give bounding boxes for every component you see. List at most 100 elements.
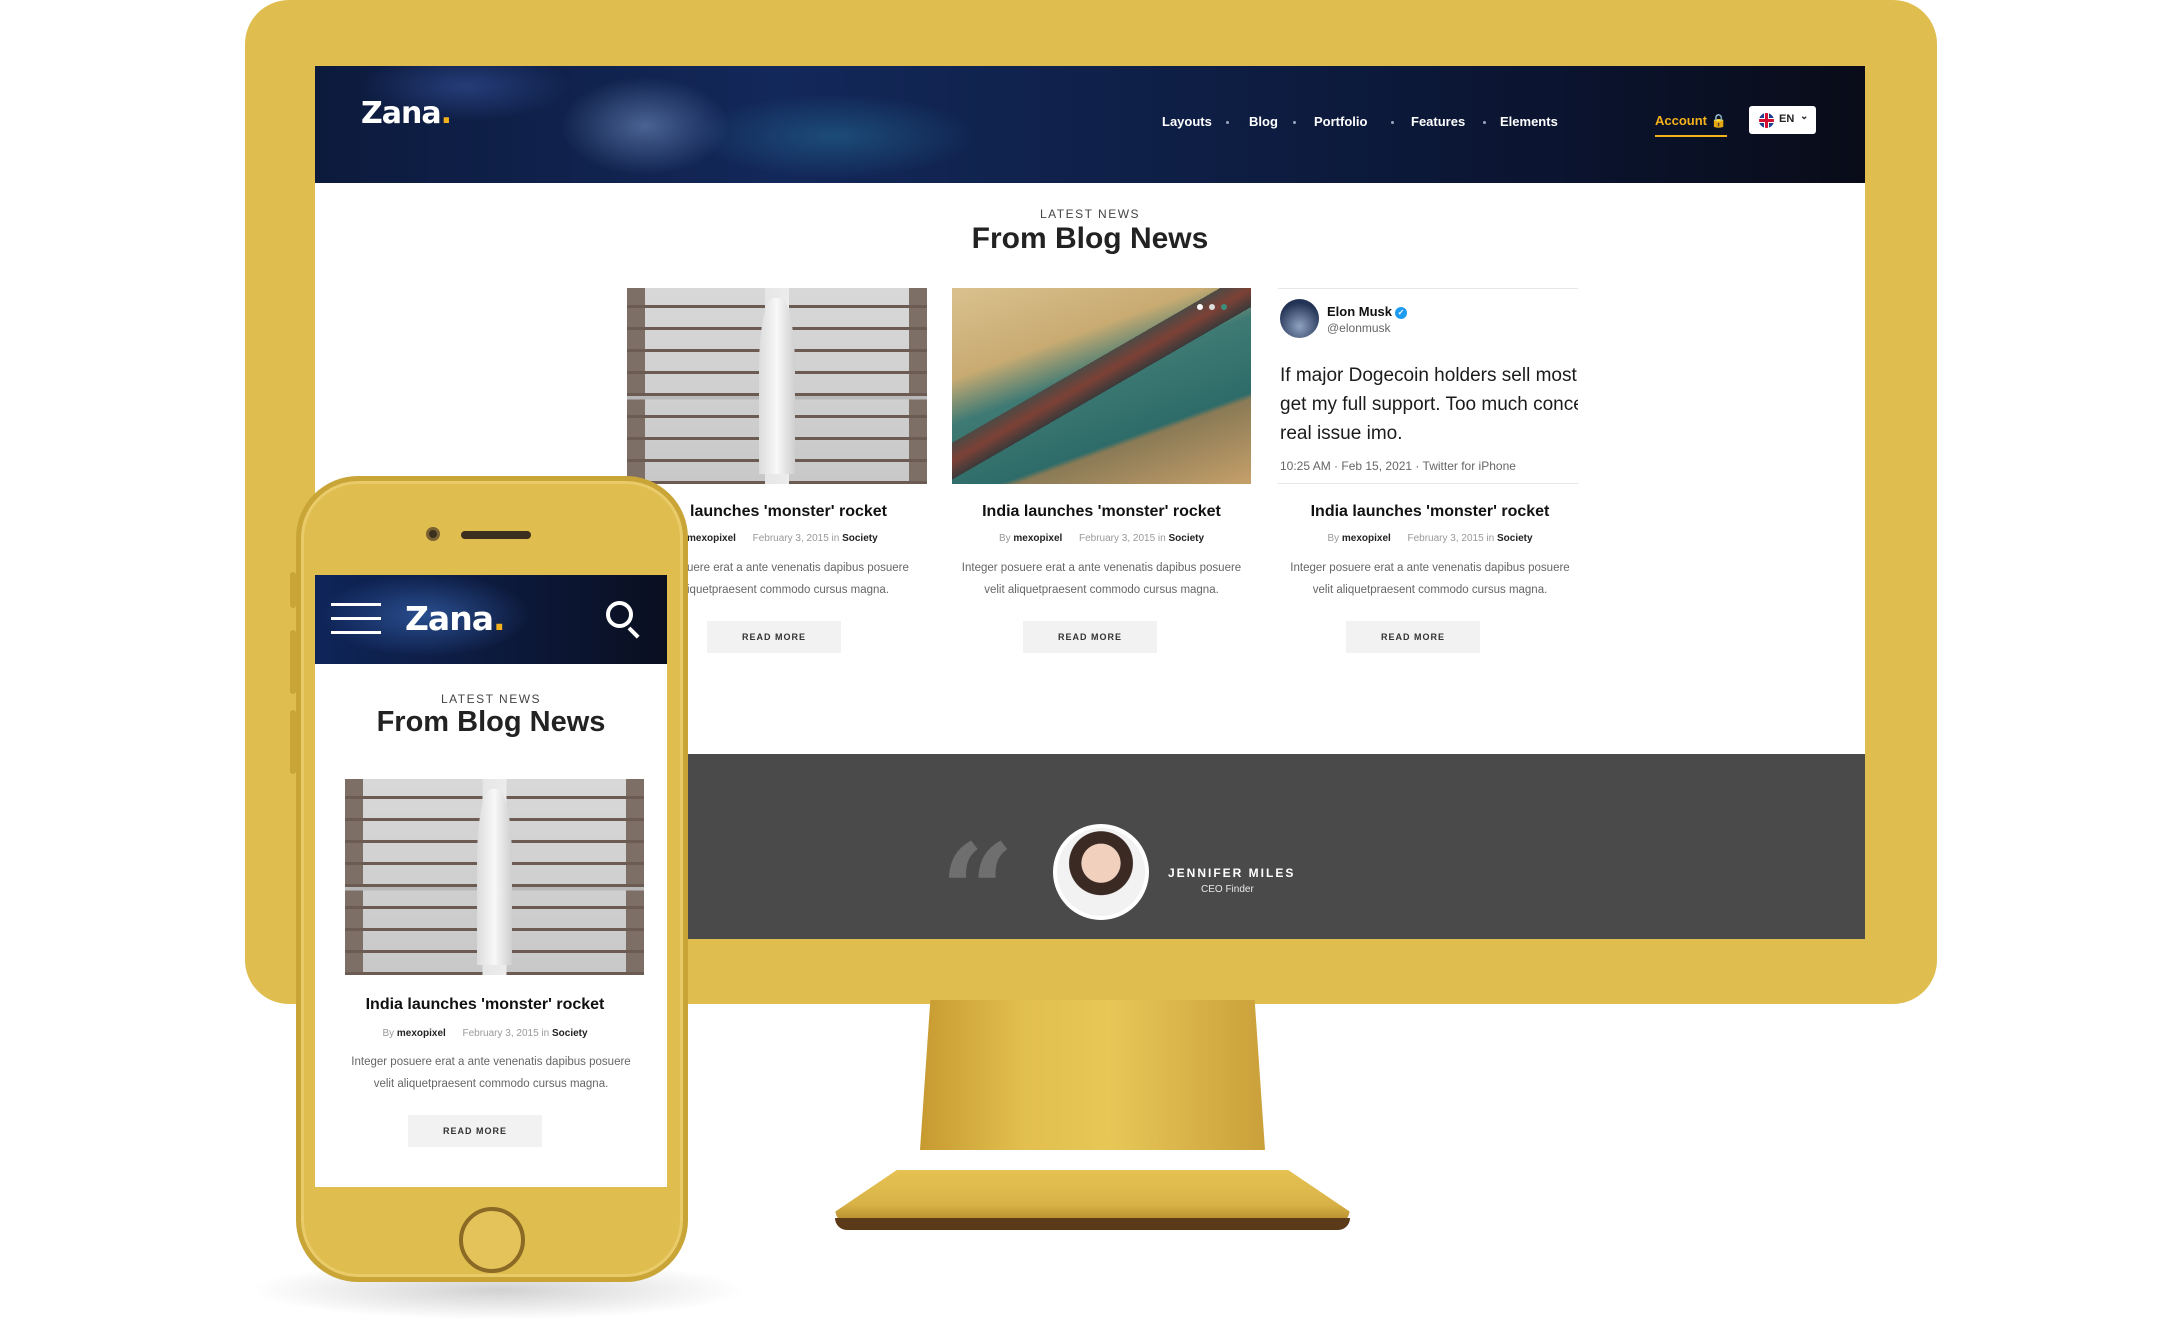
excerpt-line: Integer posuere erat a ante venenatis da… [351, 1056, 631, 1068]
logo-dot: . [492, 599, 506, 638]
logo-text: Zana [361, 96, 442, 131]
section-kicker: LATEST NEWS [440, 692, 542, 706]
tweet-handle[interactable]: @elonmusk [1327, 321, 1391, 335]
excerpt-line: Integer posuere erat a ante venenatis da… [961, 562, 1242, 574]
phone-mute-switch [290, 572, 296, 608]
post-excerpt: Integer posuere erat a ante venenatis da… [321, 1051, 661, 1095]
post-by: By [382, 1028, 395, 1039]
nav-layouts[interactable]: Layouts [1162, 114, 1212, 129]
tweet-author[interactable]: Elon Musk ✓ [1327, 304, 1408, 319]
mobile-header: Zana. [315, 575, 667, 664]
tweet-embed[interactable]: Elon Musk ✓ @elonmusk If major Dogecoin h… [1278, 288, 1578, 484]
nav-features[interactable]: Features [1411, 114, 1465, 129]
nav-separator [1391, 121, 1394, 124]
post-date: February 3, 2015 in [462, 1028, 550, 1039]
device-mockup: Zana. Layouts Blog Portfolio Features El… [0, 0, 2160, 1334]
uk-flag-icon [1759, 113, 1774, 128]
excerpt-line: velit aliquetpraesent commodo cursus mag… [1312, 584, 1548, 596]
post-category[interactable]: Society [1168, 533, 1204, 544]
post-date: February 3, 2015 in [752, 533, 840, 544]
language-label: EN [1779, 113, 1795, 125]
post-title[interactable]: India launches 'monster' rocket [315, 996, 655, 1014]
post-category[interactable]: Society [552, 1028, 588, 1039]
excerpt-line: uere erat a ante venenatis dapibus posue… [687, 562, 909, 574]
lock-icon: 🔒 [1710, 113, 1727, 128]
phone-frame: Zana. LATEST NEWS From Blog News India l… [296, 476, 688, 1282]
front-camera-icon [426, 527, 440, 541]
excerpt-line: velit aliquetpraesent commodo cursus mag… [984, 584, 1219, 596]
excerpt-line: velit aliquetpraesent commodo cursus mag… [373, 1078, 609, 1090]
account-link[interactable]: Account 🔒 [1655, 113, 1727, 137]
quote-icon: “ [940, 815, 1015, 940]
post-meta: mexopixel February 3, 2015 in Society [687, 533, 947, 544]
post-date: February 3, 2015 in [1407, 533, 1495, 544]
tweet-text: If major Dogecoin holders sell most get … [1280, 361, 1578, 448]
post-excerpt: Integer posuere erat a ante venenatis da… [937, 557, 1266, 601]
post-category[interactable]: Society [842, 533, 878, 544]
testimonial-avatar [1053, 824, 1149, 920]
monitor-neck [920, 1000, 1265, 1150]
verified-badge-icon: ✓ [1395, 307, 1408, 319]
post-author[interactable]: mexopixel [1013, 533, 1062, 544]
read-more-button[interactable]: READ MORE [408, 1115, 542, 1147]
logo-dot: . [440, 96, 452, 131]
monitor-base-edge [835, 1218, 1350, 1230]
testimonial-name: JENNIFER MILES [1168, 866, 1296, 880]
chevron-down-icon: ⌄ [1800, 111, 1809, 122]
post-title[interactable]: India launches 'monster' rocket [952, 503, 1251, 521]
tweet-line: real issue imo. [1280, 423, 1403, 444]
menu-bar [331, 603, 381, 606]
post-category[interactable]: Society [1497, 533, 1533, 544]
post-excerpt: Integer posuere erat a ante venenatis da… [1260, 557, 1600, 601]
home-button[interactable] [459, 1207, 525, 1273]
search-icon[interactable] [606, 601, 642, 639]
site-logo[interactable]: Zana. [361, 96, 452, 131]
post-title[interactable]: India launches 'monster' rocket [1270, 503, 1590, 521]
search-handle [627, 626, 640, 639]
excerpt-line: iquetpraesent commodo cursus magna. [687, 584, 889, 596]
read-more-button[interactable]: READ MORE [1346, 621, 1480, 653]
tweet-author-name: Elon Musk [1327, 304, 1393, 319]
post-meta: By mexopixel February 3, 2015 in Society [1270, 533, 1590, 544]
phone-volume-button [290, 630, 296, 694]
phone-volume-button [290, 710, 296, 774]
excerpt-line: Integer posuere erat a ante venenatis da… [1290, 562, 1570, 574]
account-label: Account [1655, 113, 1707, 128]
carousel-dot[interactable] [1209, 304, 1215, 310]
search-ring [606, 601, 633, 628]
post-image-ship[interactable] [952, 288, 1251, 484]
phone-screen: Zana. LATEST NEWS From Blog News India l… [315, 575, 667, 1187]
nav-portfolio[interactable]: Portfolio [1314, 114, 1367, 129]
post-date: February 3, 2015 in [1078, 533, 1166, 544]
tweet-avatar[interactable] [1280, 299, 1319, 338]
language-select[interactable]: EN ⌄ [1749, 106, 1816, 134]
post-image-rocket[interactable] [345, 779, 644, 975]
phone-speaker [461, 531, 531, 539]
carousel-dot[interactable] [1197, 304, 1203, 310]
post-meta: By mexopixel February 3, 2015 in Society [952, 533, 1251, 544]
read-more-button[interactable]: READ MORE [1023, 621, 1157, 653]
tweet-meta[interactable]: 10:25 AM · Feb 15, 2021 · Twitter for iP… [1280, 459, 1516, 473]
menu-bar [331, 617, 381, 620]
post-by: By [998, 533, 1011, 544]
read-more-button[interactable]: READ MORE [707, 621, 841, 653]
nav-elements[interactable]: Elements [1500, 114, 1558, 129]
section-title: From Blog News [376, 706, 606, 738]
carousel-dot-active[interactable] [1221, 304, 1227, 310]
section-kicker: LATEST NEWS [1039, 207, 1141, 221]
mobile-logo[interactable]: Zana. [405, 599, 505, 638]
post-by: By [1327, 533, 1340, 544]
nav-blog[interactable]: Blog [1249, 114, 1278, 129]
post-meta: By mexopixel February 3, 2015 in Society [315, 1028, 655, 1039]
post-image-rocket[interactable] [627, 288, 927, 484]
post-author[interactable]: mexopixel [397, 1028, 446, 1039]
post-author[interactable]: mexopixel [687, 533, 736, 544]
nav-separator [1226, 121, 1229, 124]
post-author[interactable]: mexopixel [1342, 533, 1391, 544]
menu-bar [331, 631, 381, 634]
post-title[interactable]: launches 'monster' rocket [690, 503, 930, 521]
post-excerpt: uere erat a ante venenatis dapibus posue… [687, 557, 947, 601]
menu-icon[interactable] [331, 603, 381, 637]
tweet-line: get my full support. Too much conce [1280, 394, 1578, 415]
section-title: From Blog News [971, 222, 1209, 255]
